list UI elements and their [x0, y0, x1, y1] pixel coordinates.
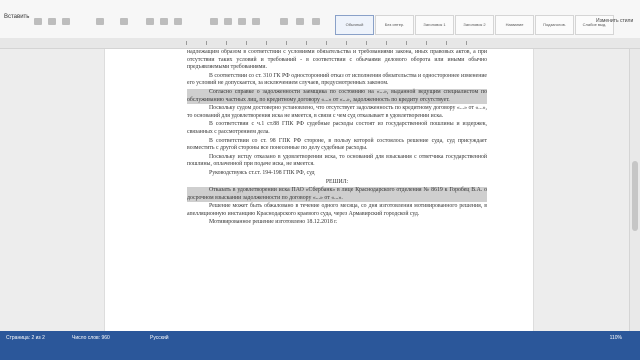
paragraph[interactable]: В соответствии с ч.1 ст.88 ГПК РФ судебн…: [187, 121, 487, 136]
ruling-title[interactable]: РЕШИЛ:: [187, 179, 487, 187]
ribbon: Вставить Обычный Без интер. Заголовок 1 …: [0, 0, 640, 39]
paragraph[interactable]: В соответствии со ст. 98 ГПК РФ стороне,…: [187, 138, 487, 153]
status-bar: Страница: 2 из 2 Число слов: 960 Русский…: [0, 331, 640, 360]
style-heading-2[interactable]: Заголовок 2: [455, 15, 494, 35]
vertical-scrollbar[interactable]: [629, 49, 640, 331]
bold-icon[interactable]: [146, 18, 154, 25]
ruler-mark: [206, 41, 207, 45]
footer-fragment[interactable]: Мотивированное решение изготовлено 18.12…: [187, 219, 487, 227]
insert-button[interactable]: Вставить: [4, 14, 29, 20]
align-left-icon[interactable]: [210, 18, 218, 25]
ruler-mark: [366, 41, 367, 45]
ruler-mark: [246, 41, 247, 45]
borders-icon[interactable]: [312, 18, 320, 25]
style-no-spacing[interactable]: Без интер.: [375, 15, 414, 35]
paragraph[interactable]: Поскольку истцу отказано в удовлетворени…: [187, 154, 487, 169]
paragraph[interactable]: надлежащим образом в соответствии с усло…: [187, 49, 487, 72]
ruler-mark: [386, 41, 387, 45]
scrollbar-thumb[interactable]: [632, 161, 638, 231]
ruler-mark: [186, 41, 187, 45]
ruling-reference[interactable]: Руководствуясь ст.ст. 194-198 ГПК РФ, су…: [187, 170, 487, 178]
ruler-mark: [446, 41, 447, 45]
underline-icon[interactable]: [174, 18, 182, 25]
horizontal-ruler: [0, 38, 640, 49]
italic-icon[interactable]: [160, 18, 168, 25]
cut-icon[interactable]: [34, 18, 42, 25]
status-language[interactable]: Русский: [150, 335, 169, 341]
document-workspace: надлежащим образом в соответствии с усло…: [0, 49, 640, 331]
ruler-mark: [346, 41, 347, 45]
style-normal[interactable]: Обычный: [335, 15, 374, 35]
ruler-mark: [306, 41, 307, 45]
document-page[interactable]: надлежащим образом в соответствии с усло…: [104, 49, 534, 331]
line-spacing-icon[interactable]: [280, 18, 288, 25]
status-page[interactable]: Страница: 2 из 2: [6, 335, 45, 341]
paragraph[interactable]: Поскольку судом достоверно установлено, …: [187, 105, 487, 120]
styles-gallery: Обычный Без интер. Заголовок 1 Заголовок…: [335, 15, 615, 35]
ruler-mark: [466, 41, 467, 45]
shading-icon[interactable]: [296, 18, 304, 25]
appeal-paragraph[interactable]: Решение может быть обжаловано в течение …: [187, 203, 487, 218]
status-words[interactable]: Число слов: 960: [72, 335, 110, 341]
ruler-mark: [426, 41, 427, 45]
decision-paragraph[interactable]: Отказать в удовлетворении иска ПАО «Сбер…: [187, 187, 487, 203]
style-heading-1[interactable]: Заголовок 1: [415, 15, 454, 35]
ruler-mark: [286, 41, 287, 45]
font-size-select[interactable]: [120, 18, 128, 25]
justify-icon[interactable]: [252, 18, 260, 25]
ruler-mark: [266, 41, 267, 45]
style-subtitle[interactable]: Подзаголов.: [535, 15, 574, 35]
align-right-icon[interactable]: [238, 18, 246, 25]
status-zoom[interactable]: 110%: [610, 335, 622, 341]
ruler-mark: [406, 41, 407, 45]
ruler-mark: [226, 41, 227, 45]
document-content[interactable]: надлежащим образом в соответствии с усло…: [187, 49, 487, 228]
font-family-select[interactable]: [96, 18, 104, 25]
change-styles-button[interactable]: Изменить стили: [596, 18, 634, 24]
copy-icon[interactable]: [48, 18, 56, 25]
ruler-mark: [326, 41, 327, 45]
format-paint-icon[interactable]: [62, 18, 70, 25]
align-center-icon[interactable]: [224, 18, 232, 25]
highlighted-paragraph[interactable]: Согласно справке о задолженности заемщик…: [187, 88, 487, 105]
style-title[interactable]: Название: [495, 15, 534, 35]
paragraph[interactable]: В соответствии со ст. 310 ГК РФ одностор…: [187, 73, 487, 88]
